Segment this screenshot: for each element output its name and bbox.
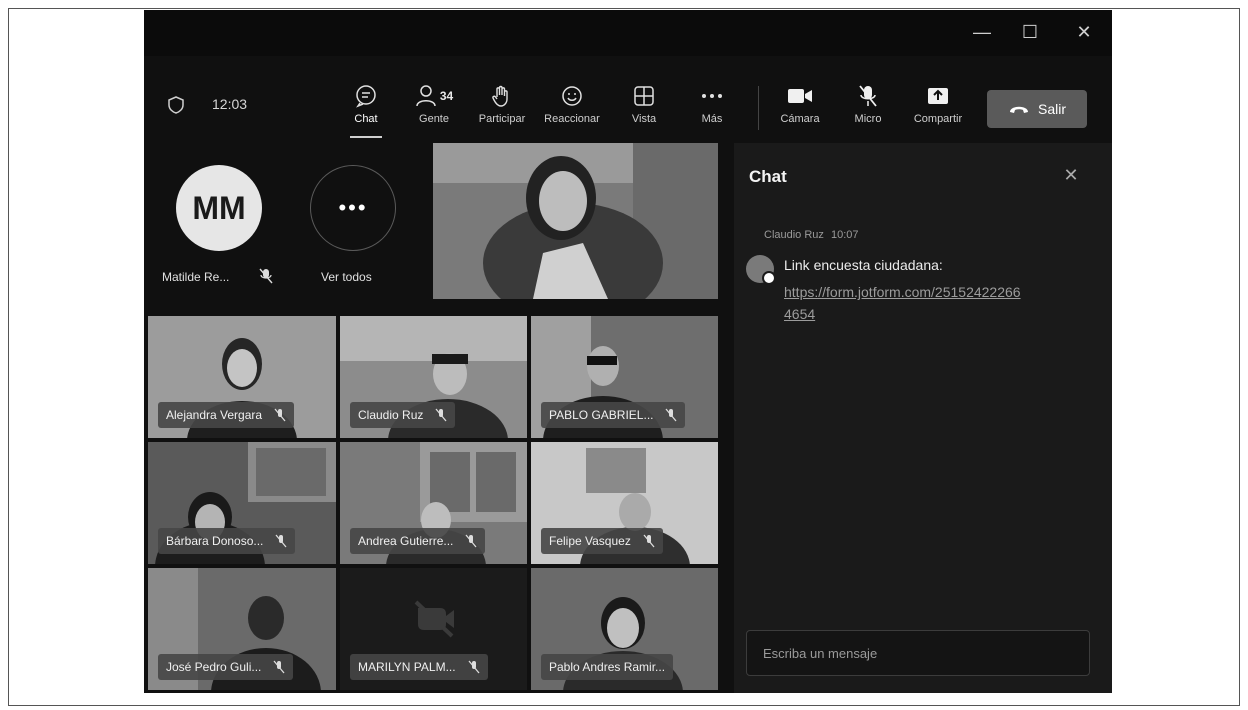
mic-muted-icon <box>274 408 286 422</box>
camera-off-icon <box>414 600 454 638</box>
maximize-icon[interactable]: ☐ <box>1010 18 1050 46</box>
participant-name-pill: Bárbara Donoso... <box>158 528 296 554</box>
participant-name-pill: Claudio Ruz <box>350 402 456 428</box>
toolbar-separator <box>758 86 759 130</box>
mic-button[interactable]: Micro <box>838 82 898 134</box>
message-link[interactable]: https://form.jotform.com/251524222664654 <box>784 281 1024 325</box>
mic-button-label: Micro <box>854 113 882 125</box>
message-text: Link encuesta ciudadana: <box>784 257 943 273</box>
mic-muted-icon <box>435 408 447 422</box>
participant-name-pill: Pablo Andres Ramir... <box>541 654 674 680</box>
people-button[interactable]: 34 Gente <box>404 82 464 134</box>
participant-name-pill: PABLO GABRIEL... <box>541 402 686 428</box>
leave-button[interactable]: Salir <box>987 90 1087 128</box>
more-dots-icon <box>702 94 722 98</box>
more-button[interactable]: Más <box>682 82 742 134</box>
participant-name-pill: Alejandra Vergara <box>158 402 295 428</box>
presence-dot <box>762 271 776 285</box>
avatar[interactable]: MM <box>176 165 262 251</box>
chat-button-label: Chat <box>354 113 378 125</box>
react-button[interactable]: Reaccionar <box>542 82 602 134</box>
mic-muted-icon <box>259 268 273 284</box>
chat-panel-title: Chat <box>749 167 787 186</box>
mic-muted-icon <box>273 660 285 674</box>
participant-name: Pablo Andres Ramir... <box>549 660 666 674</box>
participant-name-pill: MARILYN PALM... <box>350 654 488 680</box>
grid-view-icon <box>634 86 654 106</box>
participant-name: Claudio Ruz <box>358 408 424 422</box>
message-time: 10:07 <box>830 229 859 241</box>
teams-meeting-window: — ☐ ✕ 12:03 Chat 34 Gente Participar Rea… <box>144 10 1112 693</box>
camera-button[interactable]: Cámara <box>770 82 830 134</box>
avatar-name: Matilde Re... <box>162 270 230 284</box>
view-button[interactable]: Vista <box>614 82 674 134</box>
people-icon <box>416 85 436 107</box>
chat-panel: Chat ✕ Claudio Ruz 10:07 Link encuesta c… <box>734 143 1112 693</box>
view-button-label: Vista <box>631 113 657 125</box>
meeting-clock: 12:03 <box>212 96 248 112</box>
react-button-label: Reaccionar <box>544 113 600 125</box>
message-meta: Claudio Ruz 10:07 <box>764 229 859 241</box>
minimize-icon[interactable]: — <box>962 18 1002 46</box>
title-bar: — ☐ ✕ <box>144 10 1112 56</box>
message-author: Claudio Ruz <box>764 229 824 241</box>
smiley-icon <box>562 86 582 106</box>
share-button[interactable]: Compartir <box>908 82 968 134</box>
mic-muted-icon <box>859 85 877 107</box>
participant-name-pill: Andrea Gutierre... <box>350 528 486 554</box>
video-tile[interactable]: Claudio Ruz <box>340 316 527 438</box>
mic-muted-icon <box>468 660 480 674</box>
see-all-button[interactable]: ••• <box>310 165 396 251</box>
featured-video-feed <box>433 143 718 299</box>
hang-up-icon <box>1009 106 1028 113</box>
video-tile[interactable]: Felipe Vasquez <box>531 442 718 564</box>
mic-muted-icon <box>465 534 477 548</box>
participant-name-pill: Felipe Vasquez <box>541 528 663 554</box>
see-all-label: Ver todos <box>321 270 372 284</box>
mic-muted-icon <box>643 534 655 548</box>
share-button-label: Compartir <box>913 113 963 125</box>
camera-icon <box>788 89 812 103</box>
more-button-label: Más <box>701 113 723 125</box>
leave-button-label: Salir <box>1037 101 1066 117</box>
participant-name: José Pedro Guli... <box>166 660 262 674</box>
video-tile[interactable]: José Pedro Guli... <box>148 568 336 690</box>
share-screen-icon <box>928 88 948 104</box>
video-tile[interactable]: Andrea Gutierre... <box>340 442 527 564</box>
hand-icon <box>492 85 508 107</box>
mic-muted-icon <box>275 534 287 548</box>
participant-name-pill: José Pedro Guli... <box>158 654 294 680</box>
shield-icon <box>168 96 184 114</box>
close-icon[interactable]: ✕ <box>1059 163 1083 187</box>
participant-name: Andrea Gutierre... <box>358 534 454 548</box>
participant-name: PABLO GABRIEL... <box>549 408 654 422</box>
raise-hand-label: Participar <box>478 113 526 125</box>
participant-name: Bárbara Donoso... <box>166 534 264 548</box>
video-tile-speaking[interactable]: Pablo Andres Ramir... <box>531 568 718 690</box>
participant-name: Felipe Vasquez <box>549 534 631 548</box>
chat-button[interactable]: Chat <box>336 82 396 138</box>
close-window-icon[interactable]: ✕ <box>1064 18 1104 46</box>
featured-video-tile[interactable] <box>433 143 718 299</box>
avatar[interactable] <box>746 255 776 285</box>
raise-hand-button[interactable]: Participar <box>472 82 532 134</box>
active-tab-indicator <box>350 136 382 138</box>
participant-name: MARILYN PALM... <box>358 660 456 674</box>
video-stage: MM Matilde Re... ••• Ver todos Alejandra… <box>144 143 724 693</box>
camera-button-label: Cámara <box>780 113 820 125</box>
people-count: 34 <box>439 89 454 103</box>
chat-icon <box>356 85 376 108</box>
video-tile[interactable]: MARILYN PALM... <box>340 568 527 690</box>
people-button-label: Gente <box>419 113 449 125</box>
video-tile[interactable]: PABLO GABRIEL... <box>531 316 718 438</box>
participant-name: Alejandra Vergara <box>166 408 263 422</box>
meeting-toolbar: 12:03 Chat 34 Gente Participar Reacciona… <box>144 70 1112 140</box>
video-tile[interactable]: Alejandra Vergara <box>148 316 336 438</box>
video-tile[interactable]: Bárbara Donoso... <box>148 442 336 564</box>
mic-muted-icon <box>665 408 677 422</box>
message-input[interactable]: Escriba un mensaje <box>746 630 1090 676</box>
